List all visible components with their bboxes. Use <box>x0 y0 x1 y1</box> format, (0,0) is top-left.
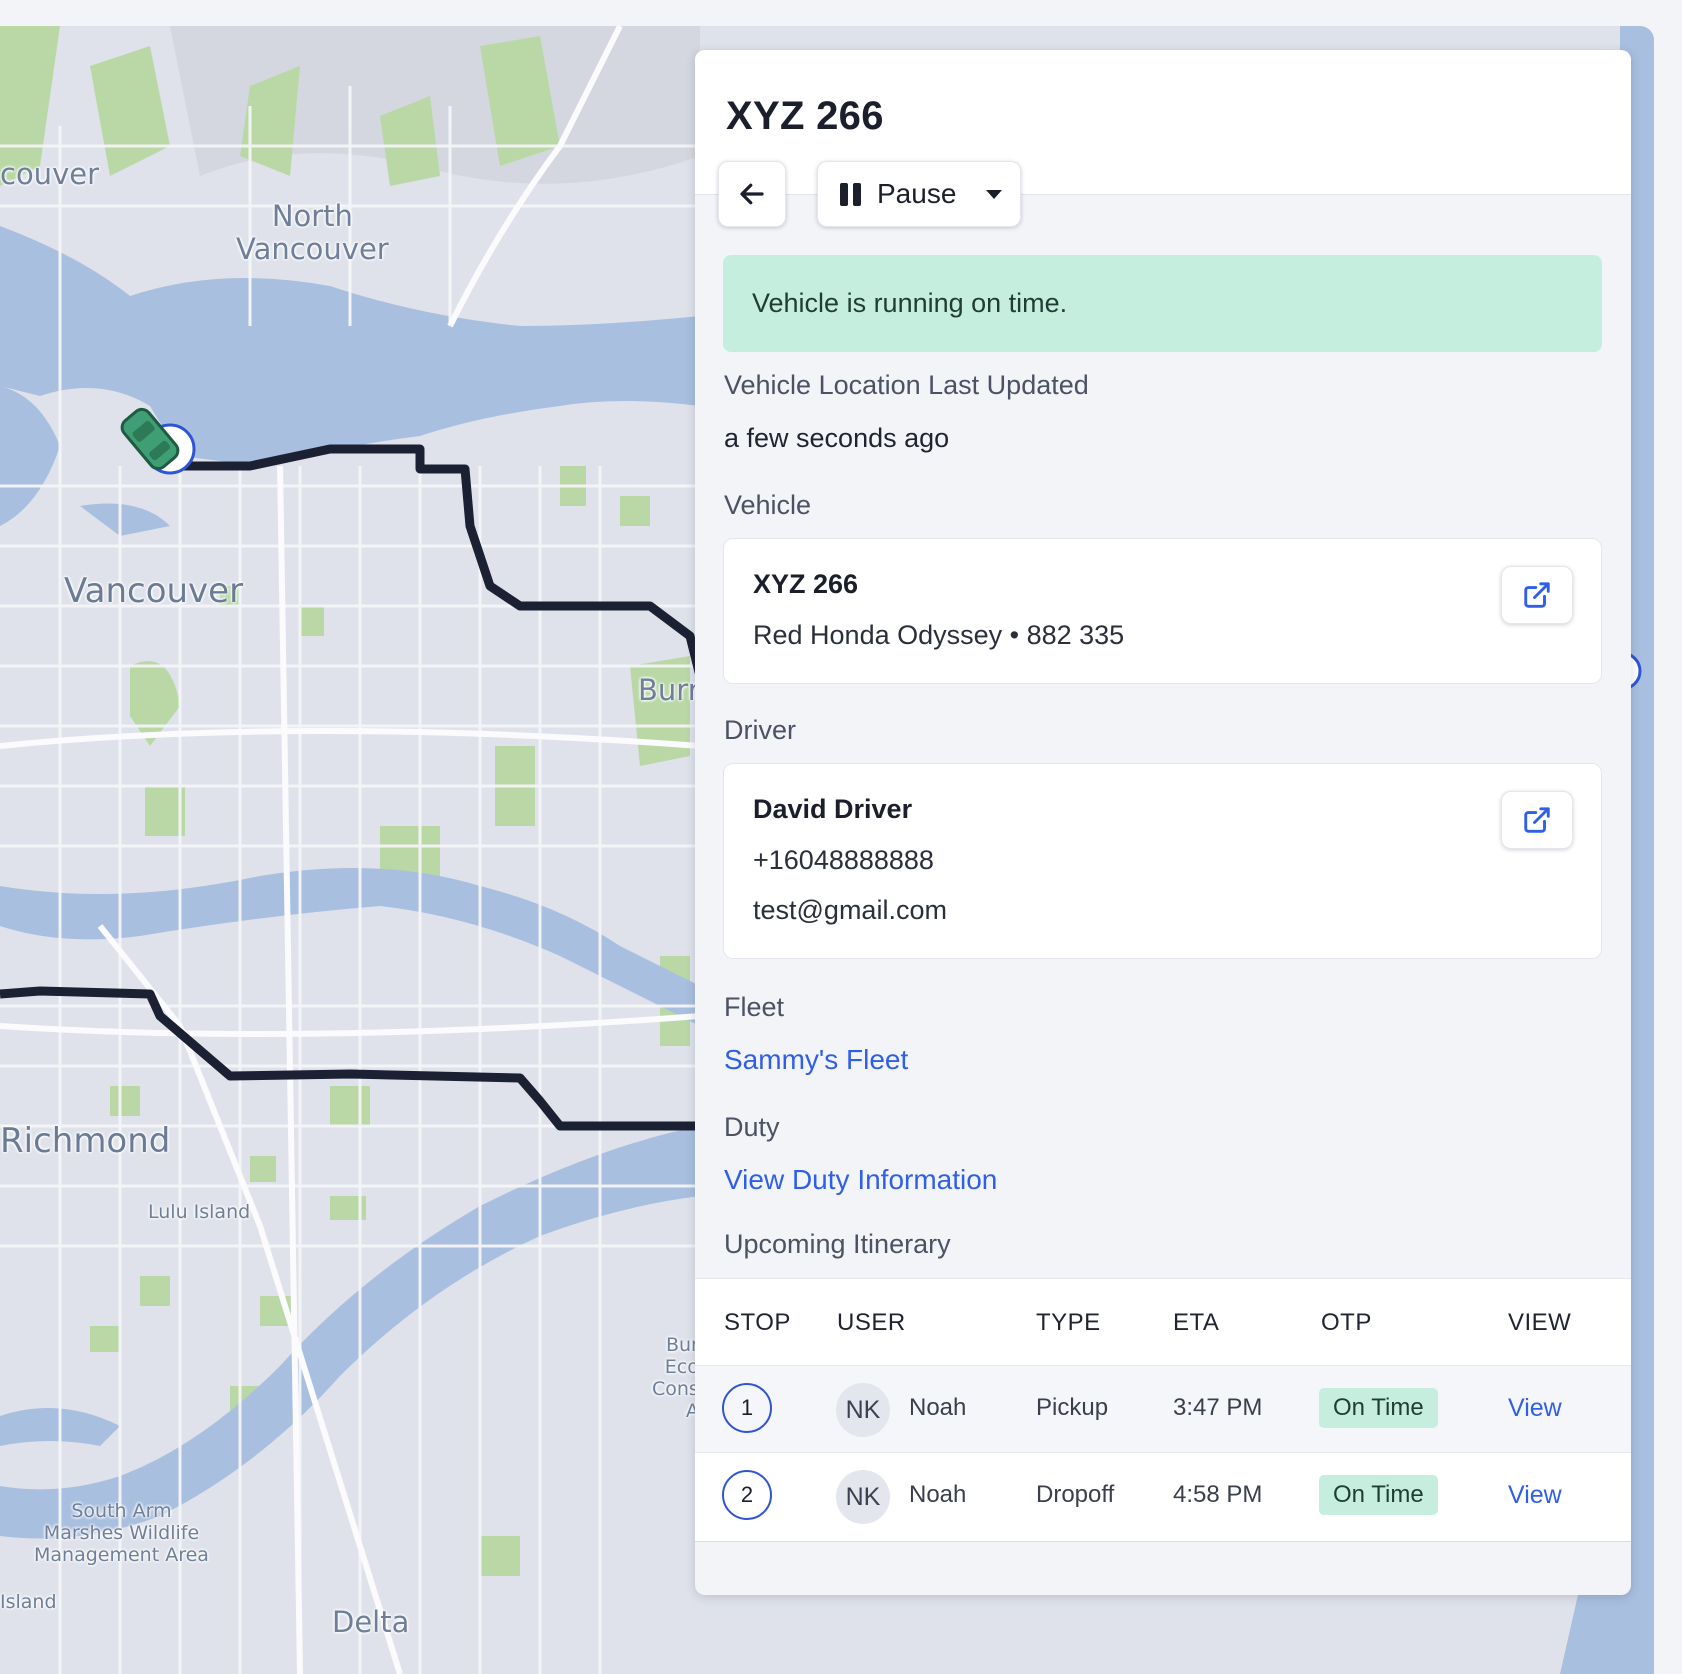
stop-eta: 3:47 PM <box>1173 1394 1263 1421</box>
stop-number: 1 <box>722 1383 772 1433</box>
stop-type: Dropoff <box>1036 1481 1115 1508</box>
avatar: NK <box>836 1383 890 1437</box>
location-value: a few seconds ago <box>724 423 950 453</box>
map-label-burnaby-partial: Burr <box>638 673 700 707</box>
table-row[interactable]: 1 NK Noah Pickup 3:47 PM On Time View <box>695 1365 1631 1452</box>
otp-badge: On Time <box>1319 1475 1438 1515</box>
column-header-stop: STOP <box>724 1309 791 1336</box>
vehicle-name: XYZ 266 <box>753 569 859 599</box>
map-label-island-partial: Island <box>0 1591 57 1613</box>
column-header-view: VIEW <box>1508 1309 1572 1336</box>
map-label-lulu-island: Lulu Island <box>148 1201 251 1223</box>
column-header-otp: OTP <box>1321 1309 1372 1336</box>
status-banner: Vehicle is running on time. <box>723 255 1602 352</box>
user-name: Noah <box>909 1481 967 1508</box>
pause-label: Pause <box>877 178 957 209</box>
map-label-burns-bog-partial: Bur Eco Cons A <box>652 1334 699 1422</box>
vehicle-details: Red Honda Odyssey • 882 335 <box>753 620 1125 650</box>
arrow-left-icon <box>740 183 764 205</box>
view-link[interactable]: View <box>1508 1394 1562 1423</box>
driver-phone: +16048888888 <box>753 845 934 875</box>
table-row[interactable]: 2 NK Noah Dropoff 4:58 PM On Time View <box>695 1452 1631 1539</box>
open-vehicle-button[interactable] <box>1501 566 1573 624</box>
driver-email: test@gmail.com <box>753 895 947 925</box>
avatar: NK <box>836 1470 890 1524</box>
map-label-delta: Delta <box>332 1605 410 1639</box>
itinerary-label: Upcoming Itinerary <box>724 1229 951 1259</box>
back-button[interactable] <box>718 161 786 227</box>
pause-dropdown-button[interactable]: Pause <box>817 161 1021 227</box>
map-label-richmond: Richmond <box>0 1121 171 1161</box>
column-header-eta: ETA <box>1173 1309 1220 1336</box>
driver-label: Driver <box>724 715 796 745</box>
fleet-link[interactable]: Sammy's Fleet <box>724 1044 908 1076</box>
panel-title: XYZ 266 <box>726 94 884 138</box>
driver-name: David Driver <box>753 794 913 824</box>
otp-badge: On Time <box>1319 1388 1438 1428</box>
view-link[interactable]: View <box>1508 1481 1562 1510</box>
stop-type: Pickup <box>1036 1394 1109 1421</box>
column-header-type: TYPE <box>1036 1309 1101 1336</box>
duty-label: Duty <box>724 1112 780 1142</box>
pause-icon <box>840 182 861 206</box>
external-link-icon <box>1524 807 1550 833</box>
caret-down-icon <box>986 189 1003 199</box>
itinerary-table: STOP USER TYPE ETA OTP VIEW 1 NK Noah Pi… <box>695 1278 1631 1542</box>
vehicle-detail-panel: XYZ 266 Pause Vehicle is running on time… <box>695 50 1631 1595</box>
driver-card: David Driver +16048888888 test@gmail.com <box>723 763 1602 959</box>
open-driver-button[interactable] <box>1501 791 1573 849</box>
map-label-south-arm: South Arm Marshes Wildlife Management Ar… <box>34 1500 209 1566</box>
stop-eta: 4:58 PM <box>1173 1481 1263 1508</box>
vehicle-card: XYZ 266 Red Honda Odyssey • 882 335 <box>723 538 1602 684</box>
map-label-vancouver-partial: couver <box>0 157 99 191</box>
location-label: Vehicle Location Last Updated <box>724 370 1089 400</box>
duty-link[interactable]: View Duty Information <box>724 1164 997 1196</box>
map-label-north-vancouver: North Vancouver <box>236 199 389 267</box>
column-header-user: USER <box>837 1309 906 1336</box>
fleet-label: Fleet <box>724 992 785 1022</box>
external-link-icon <box>1524 582 1550 608</box>
stop-number: 2 <box>722 1470 772 1520</box>
user-name: Noah <box>909 1394 967 1421</box>
map-label-vancouver: Vancouver <box>64 571 244 611</box>
vehicle-label: Vehicle <box>724 490 812 520</box>
